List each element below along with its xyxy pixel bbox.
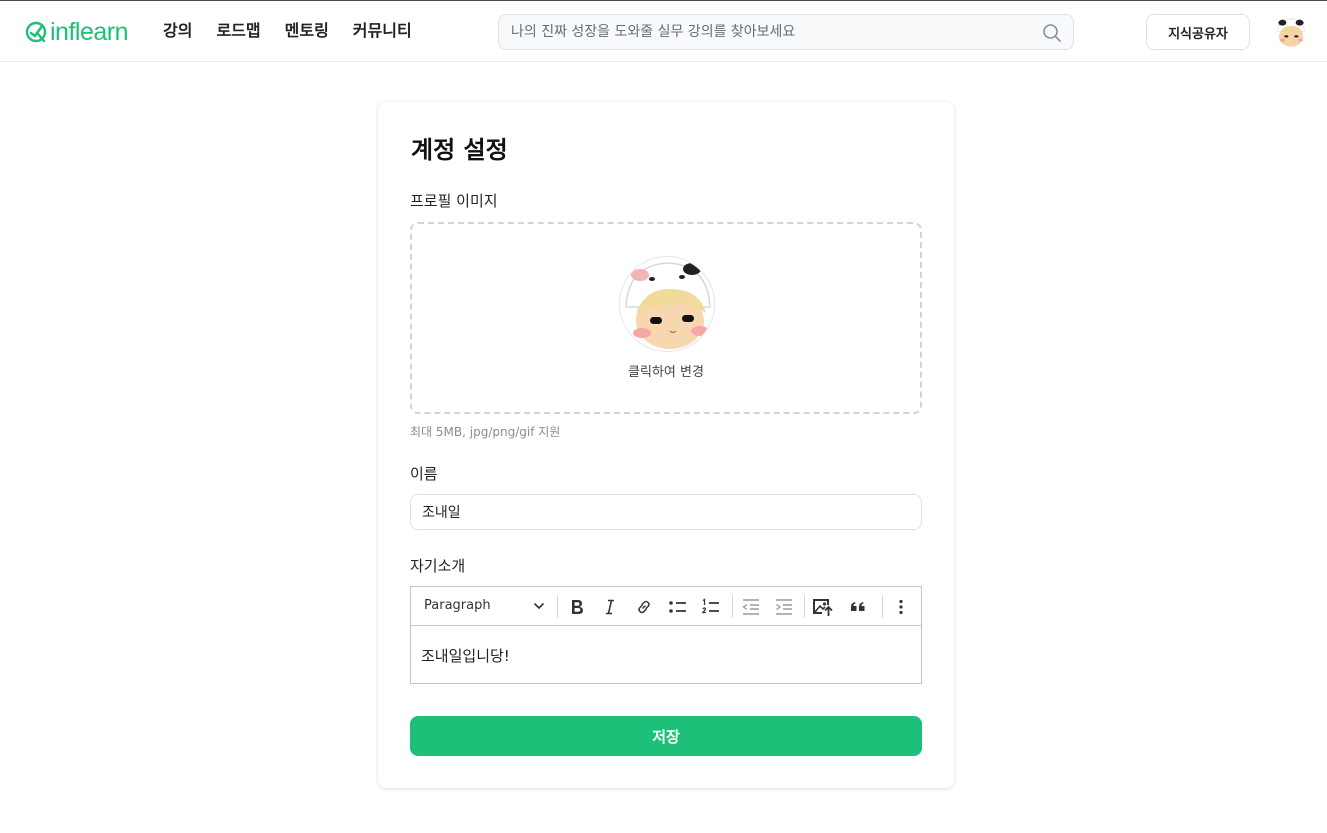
profile-image-hint: 최대 5MB, jpg/png/gif 지원 (410, 425, 561, 439)
bio-label: 자기소개 (410, 557, 466, 575)
nav-courses[interactable]: 강의 (163, 20, 192, 42)
search-icon[interactable] (1042, 23, 1062, 43)
numbered-list-button[interactable] (699, 595, 723, 619)
bio-editor: Paragraph 조내일입니당! (410, 586, 922, 684)
knowledge-sharer-button[interactable]: 지식공유자 (1146, 14, 1250, 50)
bulleted-list-icon (669, 601, 686, 613)
logo-text: inflearn (50, 18, 129, 46)
profile-avatar-image (620, 257, 714, 351)
italic-icon (606, 599, 614, 615)
search-bar (498, 14, 1074, 50)
toolbar-divider (882, 595, 883, 618)
toolbar-divider (732, 595, 733, 618)
bold-icon (572, 600, 583, 614)
save-button[interactable]: 저장 (410, 716, 922, 756)
inflearn-logo-icon (25, 21, 47, 43)
search-input[interactable] (511, 15, 1031, 49)
nav-roadmap[interactable]: 로드맵 (216, 20, 260, 42)
user-avatar[interactable] (1275, 16, 1307, 48)
chevron-down-icon[interactable] (533, 600, 545, 612)
bold-button[interactable] (565, 595, 589, 619)
nav-community[interactable]: 커뮤니티 (353, 20, 412, 42)
name-input[interactable] (410, 494, 922, 530)
more-options-button[interactable] (889, 595, 913, 619)
bio-content[interactable]: 조내일입니당! (421, 645, 510, 666)
indent-icon (776, 599, 792, 615)
quote-icon (851, 602, 865, 611)
profile-avatar (619, 256, 715, 352)
toolbar-divider (557, 595, 558, 618)
inflearn-logo[interactable]: inflearn (25, 18, 129, 46)
vertical-dots-icon (899, 599, 903, 615)
toolbar-divider (804, 595, 805, 618)
page-title: 계정 설정 (411, 136, 508, 164)
upload-image-button[interactable] (811, 595, 835, 619)
editor-toolbar: Paragraph (411, 587, 921, 626)
profile-image-dropzone[interactable]: 클릭하여 변경 (410, 222, 922, 414)
name-label: 이름 (410, 465, 438, 483)
nav-mentoring[interactable]: 멘토링 (285, 20, 329, 42)
main-nav: 강의 로드맵 멘토링 커뮤니티 (163, 20, 436, 42)
account-settings-card: 계정 설정 프로필 이미지 클릭하여 변경 최대 5MB, jpg/png/gi… (378, 102, 954, 788)
numbered-list-icon (701, 598, 719, 614)
block-quote-button[interactable] (846, 595, 870, 619)
outdent-button[interactable] (739, 595, 763, 619)
click-to-change-text: 클릭하여 변경 (628, 365, 704, 380)
italic-button[interactable] (598, 595, 622, 619)
profile-image-label: 프로필 이미지 (410, 192, 498, 210)
bulleted-list-button[interactable] (666, 595, 690, 619)
link-icon (638, 600, 650, 614)
outdent-icon (742, 599, 759, 615)
indent-button[interactable] (772, 595, 796, 619)
image-upload-icon (813, 599, 833, 616)
avatar-image (1275, 16, 1307, 48)
link-button[interactable] (632, 595, 656, 619)
site-header: inflearn 강의 로드맵 멘토링 커뮤니티 지식공유자 (0, 1, 1327, 62)
paragraph-style-dropdown[interactable]: Paragraph (424, 598, 491, 613)
